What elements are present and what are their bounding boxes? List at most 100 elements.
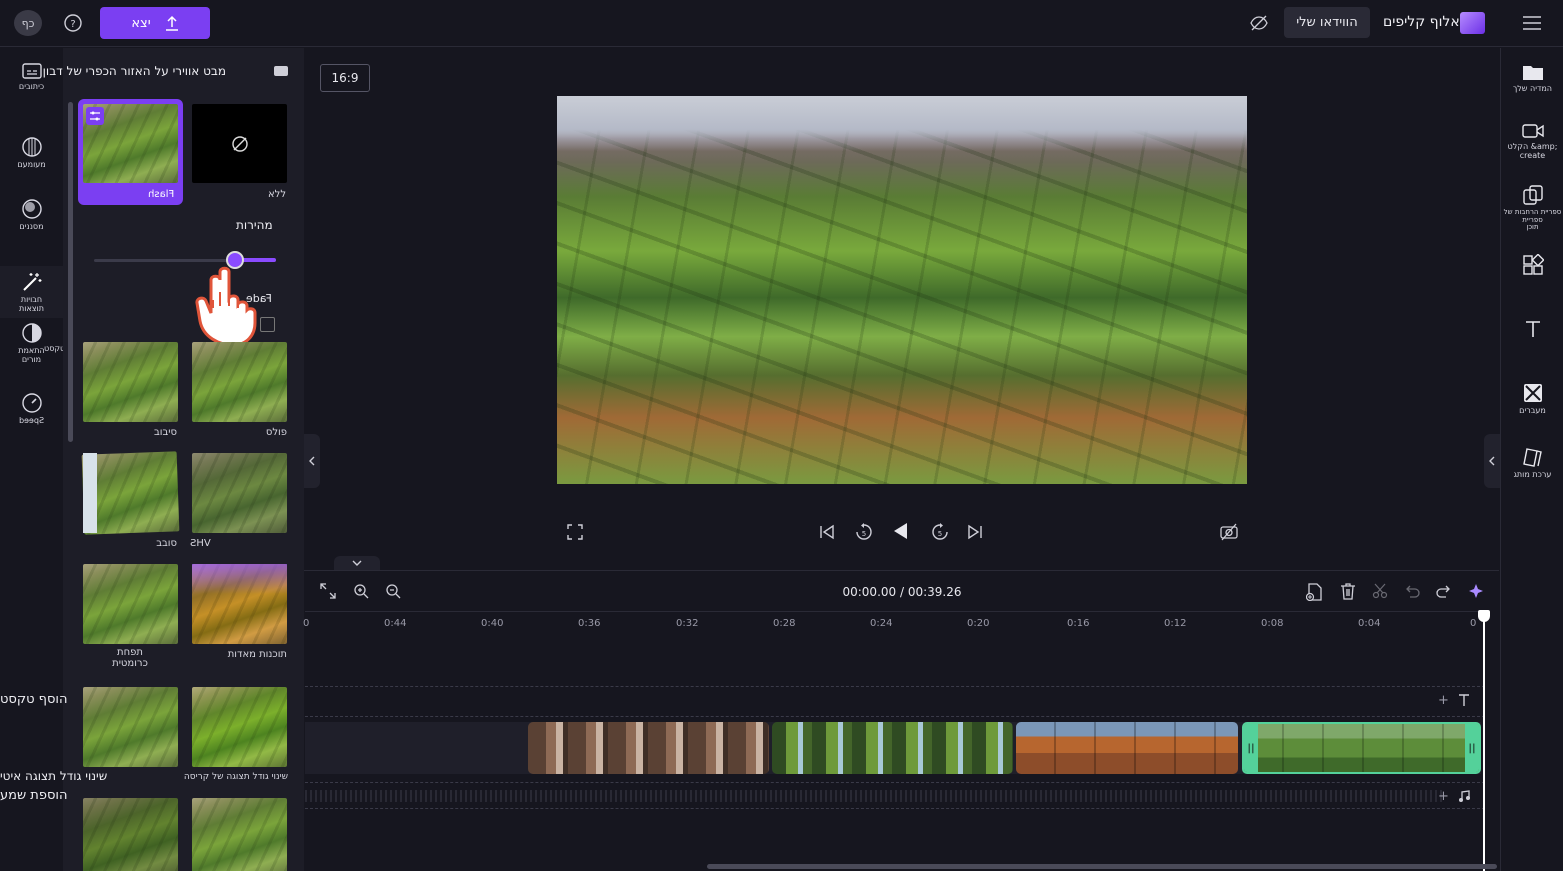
blur-icon xyxy=(21,137,42,157)
effects-tool[interactable]: חבויות תוצאות xyxy=(0,266,63,318)
content-library-label: ספריית הרחבות של ספריית תוכן xyxy=(1503,208,1562,232)
templates-icon xyxy=(1522,254,1544,275)
record-create-tool[interactable]: הקלט &amp; create xyxy=(1501,122,1563,161)
my-videos-button[interactable]: הווידאו שלי xyxy=(1284,7,1370,38)
text-tool[interactable] xyxy=(1501,318,1563,343)
chevron-down-icon xyxy=(352,560,362,566)
your-media-tool[interactable]: המדיה שלך xyxy=(1501,62,1563,94)
panel-scrollbar[interactable] xyxy=(68,102,73,442)
speed-heading: מהירות xyxy=(236,218,273,232)
export-label: יצא xyxy=(131,15,151,31)
video-clip-2[interactable] xyxy=(772,722,1013,774)
add-text-label[interactable]: הוסף טקסט xyxy=(0,692,67,707)
delete-icon[interactable] xyxy=(1339,582,1357,600)
library-icon xyxy=(1522,185,1543,205)
video-preview xyxy=(557,96,1247,484)
tick-24: 0:24 xyxy=(870,618,893,629)
effect-thumb-vhs[interactable] xyxy=(192,453,287,533)
settings-sliders-icon[interactable] xyxy=(86,107,104,125)
tick-12: 0:12 xyxy=(1164,618,1187,629)
hide-preview-icon[interactable] xyxy=(1248,12,1270,34)
collapse-timeline-button[interactable] xyxy=(334,556,380,570)
aspect-ratio-button[interactable]: 16:9 xyxy=(320,64,370,92)
menu-icon[interactable] xyxy=(1520,12,1544,34)
effect-label-rotate: סובב xyxy=(156,538,177,549)
tick-44: 0:44 xyxy=(384,618,407,629)
zoom-in-icon[interactable] xyxy=(352,582,370,600)
rewind-5-icon[interactable]: 5 xyxy=(854,522,874,542)
skip-back-icon[interactable] xyxy=(818,523,836,541)
effect-label-vhs: VHS xyxy=(190,538,211,549)
slow-zoom-label: שינוי גודל תצוגה איטי xyxy=(0,769,108,783)
transitions-icon xyxy=(1523,384,1542,402)
redo-icon[interactable] xyxy=(1435,582,1453,600)
effect-thumb-next-2[interactable] xyxy=(83,798,178,871)
audio-track-top xyxy=(305,782,1485,783)
blur-label: מעומעם xyxy=(17,160,46,169)
effect-label-spin: סיבוב xyxy=(153,427,177,438)
effect-thumb-next-1[interactable] xyxy=(192,798,287,871)
avatar[interactable]: כף xyxy=(14,10,42,36)
transitions-tool[interactable]: מעברים xyxy=(1501,382,1563,416)
timeline-scrollbar[interactable] xyxy=(707,864,1497,869)
video-clip-1[interactable] xyxy=(528,722,769,774)
text-track-top xyxy=(305,686,1485,687)
templates-tool[interactable] xyxy=(1501,254,1563,279)
tick-36: 0:36 xyxy=(578,618,601,629)
collapse-panel-button[interactable] xyxy=(304,434,320,488)
skip-forward-icon[interactable] xyxy=(966,523,984,541)
effect-label-zoom: שינוי גודל תצוגה של קריסה xyxy=(183,772,288,782)
text-track-bottom xyxy=(305,716,1485,717)
tick-0: 0 xyxy=(1470,618,1477,629)
ai-sparkle-icon[interactable] xyxy=(1467,582,1485,600)
content-library-tool[interactable]: ספריית הרחבות של ספריית תוכן xyxy=(1501,184,1563,232)
none-icon xyxy=(231,135,248,152)
effect-thumb-zoom[interactable] xyxy=(192,687,287,767)
video-clip-4-selected[interactable]: || || xyxy=(1242,722,1481,774)
forward-5-icon[interactable]: 5 xyxy=(930,522,950,542)
play-icon[interactable] xyxy=(890,520,912,542)
audio-track-bottom xyxy=(305,808,1485,809)
audio-waveform xyxy=(305,790,1445,802)
brand-kit-tool[interactable]: ערכת מותג xyxy=(1501,446,1563,480)
speed-tool[interactable]: Speed xyxy=(0,392,63,426)
video-clip-3[interactable] xyxy=(1016,722,1238,774)
add-text-plus-icon[interactable]: + xyxy=(1438,693,1449,708)
text-icon xyxy=(1525,321,1540,337)
effect-thumb-slow-zoom[interactable] xyxy=(83,687,178,767)
clip-trim-handle-left[interactable]: || xyxy=(1244,724,1258,772)
add-media-icon[interactable] xyxy=(1305,582,1323,602)
option-flash[interactable]: Flash xyxy=(78,99,183,205)
clip-trim-handle-right[interactable]: || xyxy=(1465,724,1479,772)
fit-timeline-icon[interactable] xyxy=(319,582,337,600)
effect-thumb-pulse[interactable] xyxy=(192,342,287,422)
filters-tool[interactable]: מסננים xyxy=(0,198,63,232)
magic-wand-icon xyxy=(22,272,41,291)
export-button[interactable]: יצא xyxy=(100,7,210,39)
screenshot-off-icon[interactable] xyxy=(1219,522,1239,542)
playhead[interactable] xyxy=(1483,612,1485,871)
caption-toggle-icon[interactable] xyxy=(272,64,290,78)
collapse-right-rail-button[interactable] xyxy=(1484,434,1500,488)
left-tool-rail: כיתובים מעומעם מסננים חבויות תוצאות התאמ… xyxy=(0,48,63,871)
undo-icon[interactable] xyxy=(1403,582,1421,600)
zoom-out-icon[interactable] xyxy=(384,582,402,600)
rotate-thumb-edge xyxy=(83,453,97,533)
add-audio-plus-icon[interactable]: + xyxy=(1438,789,1449,804)
option-none[interactable] xyxy=(192,104,287,183)
effect-thumb-chromatic[interactable] xyxy=(83,564,178,644)
tick-40: 0:40 xyxy=(481,618,504,629)
split-icon[interactable] xyxy=(1371,582,1389,600)
fade-checkbox[interactable] xyxy=(260,317,275,332)
record-create-label: הקלט &amp; create xyxy=(1507,142,1558,160)
upload-icon xyxy=(165,15,179,31)
help-icon[interactable]: ? xyxy=(62,12,84,34)
captions-label: כיתובים xyxy=(18,82,45,91)
right-tool-rail: המדיה שלך הקלט &amp; create ספריית הרחבו… xyxy=(1500,48,1563,871)
effect-thumb-spin[interactable] xyxy=(83,342,178,422)
fullscreen-icon[interactable] xyxy=(566,523,584,541)
add-audio-label[interactable]: הוספת שמע xyxy=(0,788,67,803)
blur-tool[interactable]: מעומעם xyxy=(0,136,63,170)
effect-label-pulse: פולס xyxy=(265,427,287,438)
time-display: 00:00.00 / 00:39.26 xyxy=(842,585,962,599)
